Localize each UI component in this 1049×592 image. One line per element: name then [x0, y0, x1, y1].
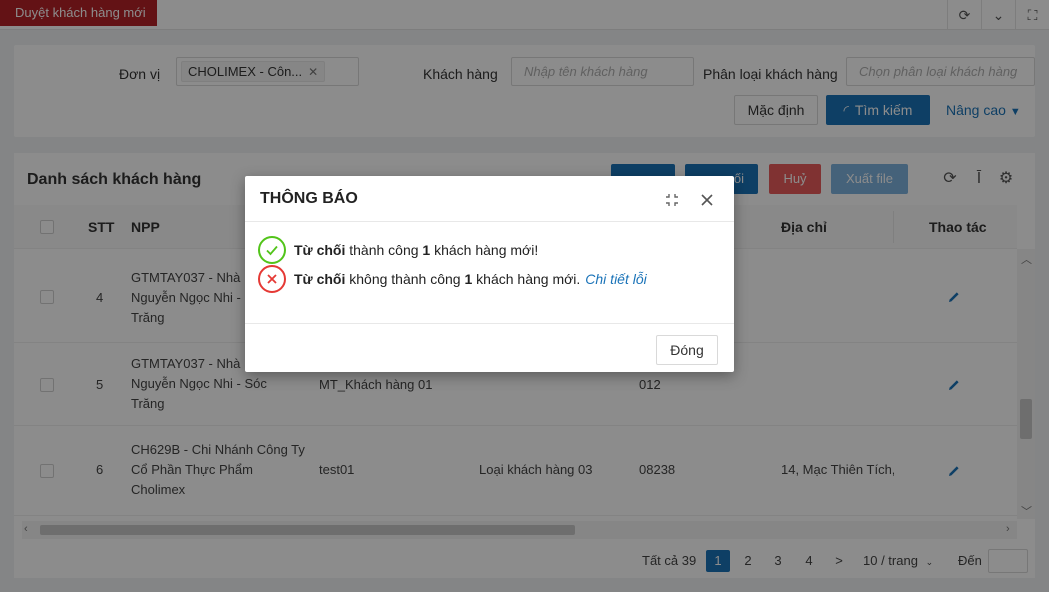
failure-message: Từ chối không thành công 1 khách hàng mớ…: [258, 265, 647, 293]
failure-count: 1: [464, 271, 473, 287]
error-details-link[interactable]: Chi tiết lỗi: [585, 271, 646, 287]
fullscreen-icon[interactable]: [664, 192, 680, 208]
modal-title: THÔNG BÁO: [260, 190, 358, 207]
failure-text-1: không thành công: [345, 271, 465, 287]
close-button[interactable]: Đóng: [656, 335, 718, 365]
success-message: Từ chối thành công 1 khách hàng mới!: [258, 236, 538, 264]
error-circle-icon: [258, 265, 286, 293]
close-icon[interactable]: [699, 192, 715, 208]
success-count: 1: [422, 242, 431, 258]
success-text-2: khách hàng mới!: [430, 242, 539, 258]
success-text-1: thành công: [345, 242, 423, 258]
notification-modal: THÔNG BÁO Từ chối thành công 1 khách hàn…: [245, 176, 734, 372]
success-action: Từ chối: [294, 242, 346, 258]
failure-text-2: khách hàng mới.: [472, 271, 581, 287]
failure-action: Từ chối: [294, 271, 346, 287]
check-circle-icon: [258, 236, 286, 264]
modal-header: THÔNG BÁO: [245, 176, 734, 222]
